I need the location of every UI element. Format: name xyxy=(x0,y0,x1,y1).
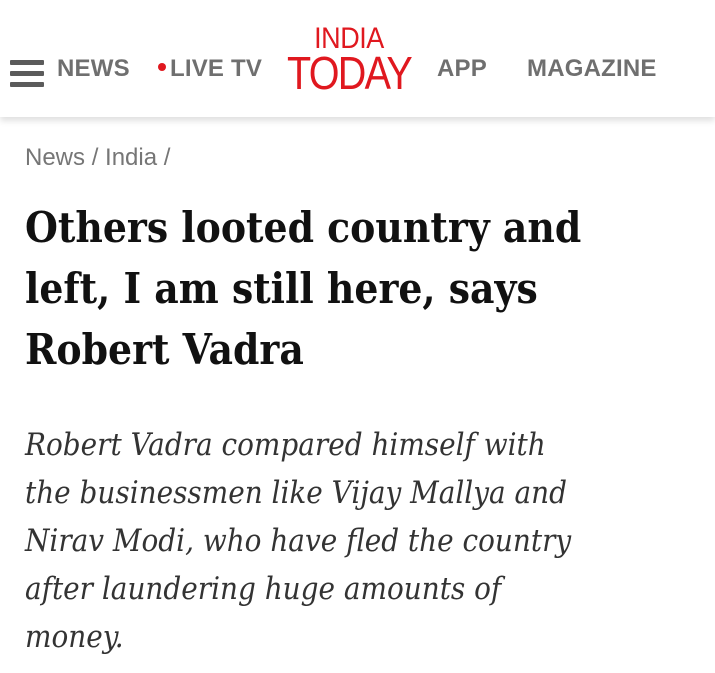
site-header: NEWS LIVE TV INDIA TODAY APP MAGAZINE xyxy=(0,0,715,117)
menu-bar-bottom xyxy=(10,82,44,87)
summary-line: the businessmen like Vijay Mallya and xyxy=(25,475,567,511)
headline-line: left, I am still here, says xyxy=(25,264,538,313)
live-dot-icon xyxy=(158,62,166,71)
breadcrumb-separator: / xyxy=(91,144,99,171)
article-summary: Robert Vadra compared himself with the bu… xyxy=(25,421,691,661)
nav-app-link[interactable]: APP xyxy=(437,55,487,83)
article-headline: Others looted country and left, I am stil… xyxy=(25,197,691,380)
nav-live-tv-link[interactable]: LIVE TV xyxy=(158,55,262,83)
summary-line: after laundering huge amounts of xyxy=(25,571,502,607)
india-today-logo[interactable]: INDIA TODAY xyxy=(276,24,422,99)
logo-text-bottom: TODAY xyxy=(286,47,413,99)
breadcrumb-india-link[interactable]: India xyxy=(105,144,157,171)
menu-bar-top xyxy=(10,60,44,65)
nav-news-link[interactable]: NEWS xyxy=(57,55,130,83)
menu-bar-middle xyxy=(10,71,44,76)
summary-line: Robert Vadra compared himself with xyxy=(25,427,546,463)
nav-live-tv-label: LIVE TV xyxy=(170,55,263,82)
headline-line: Robert Vadra xyxy=(25,325,304,374)
hamburger-menu-icon[interactable] xyxy=(10,60,44,88)
headline-line: Others looted country and xyxy=(25,203,582,252)
summary-line: money. xyxy=(25,619,124,655)
breadcrumb: News / India / xyxy=(25,144,170,172)
breadcrumb-separator: / xyxy=(163,144,171,171)
breadcrumb-news-link[interactable]: News xyxy=(25,144,85,171)
nav-magazine-link[interactable]: MAGAZINE xyxy=(527,55,657,83)
summary-line: Nirav Modi, who have fled the country xyxy=(25,523,572,559)
